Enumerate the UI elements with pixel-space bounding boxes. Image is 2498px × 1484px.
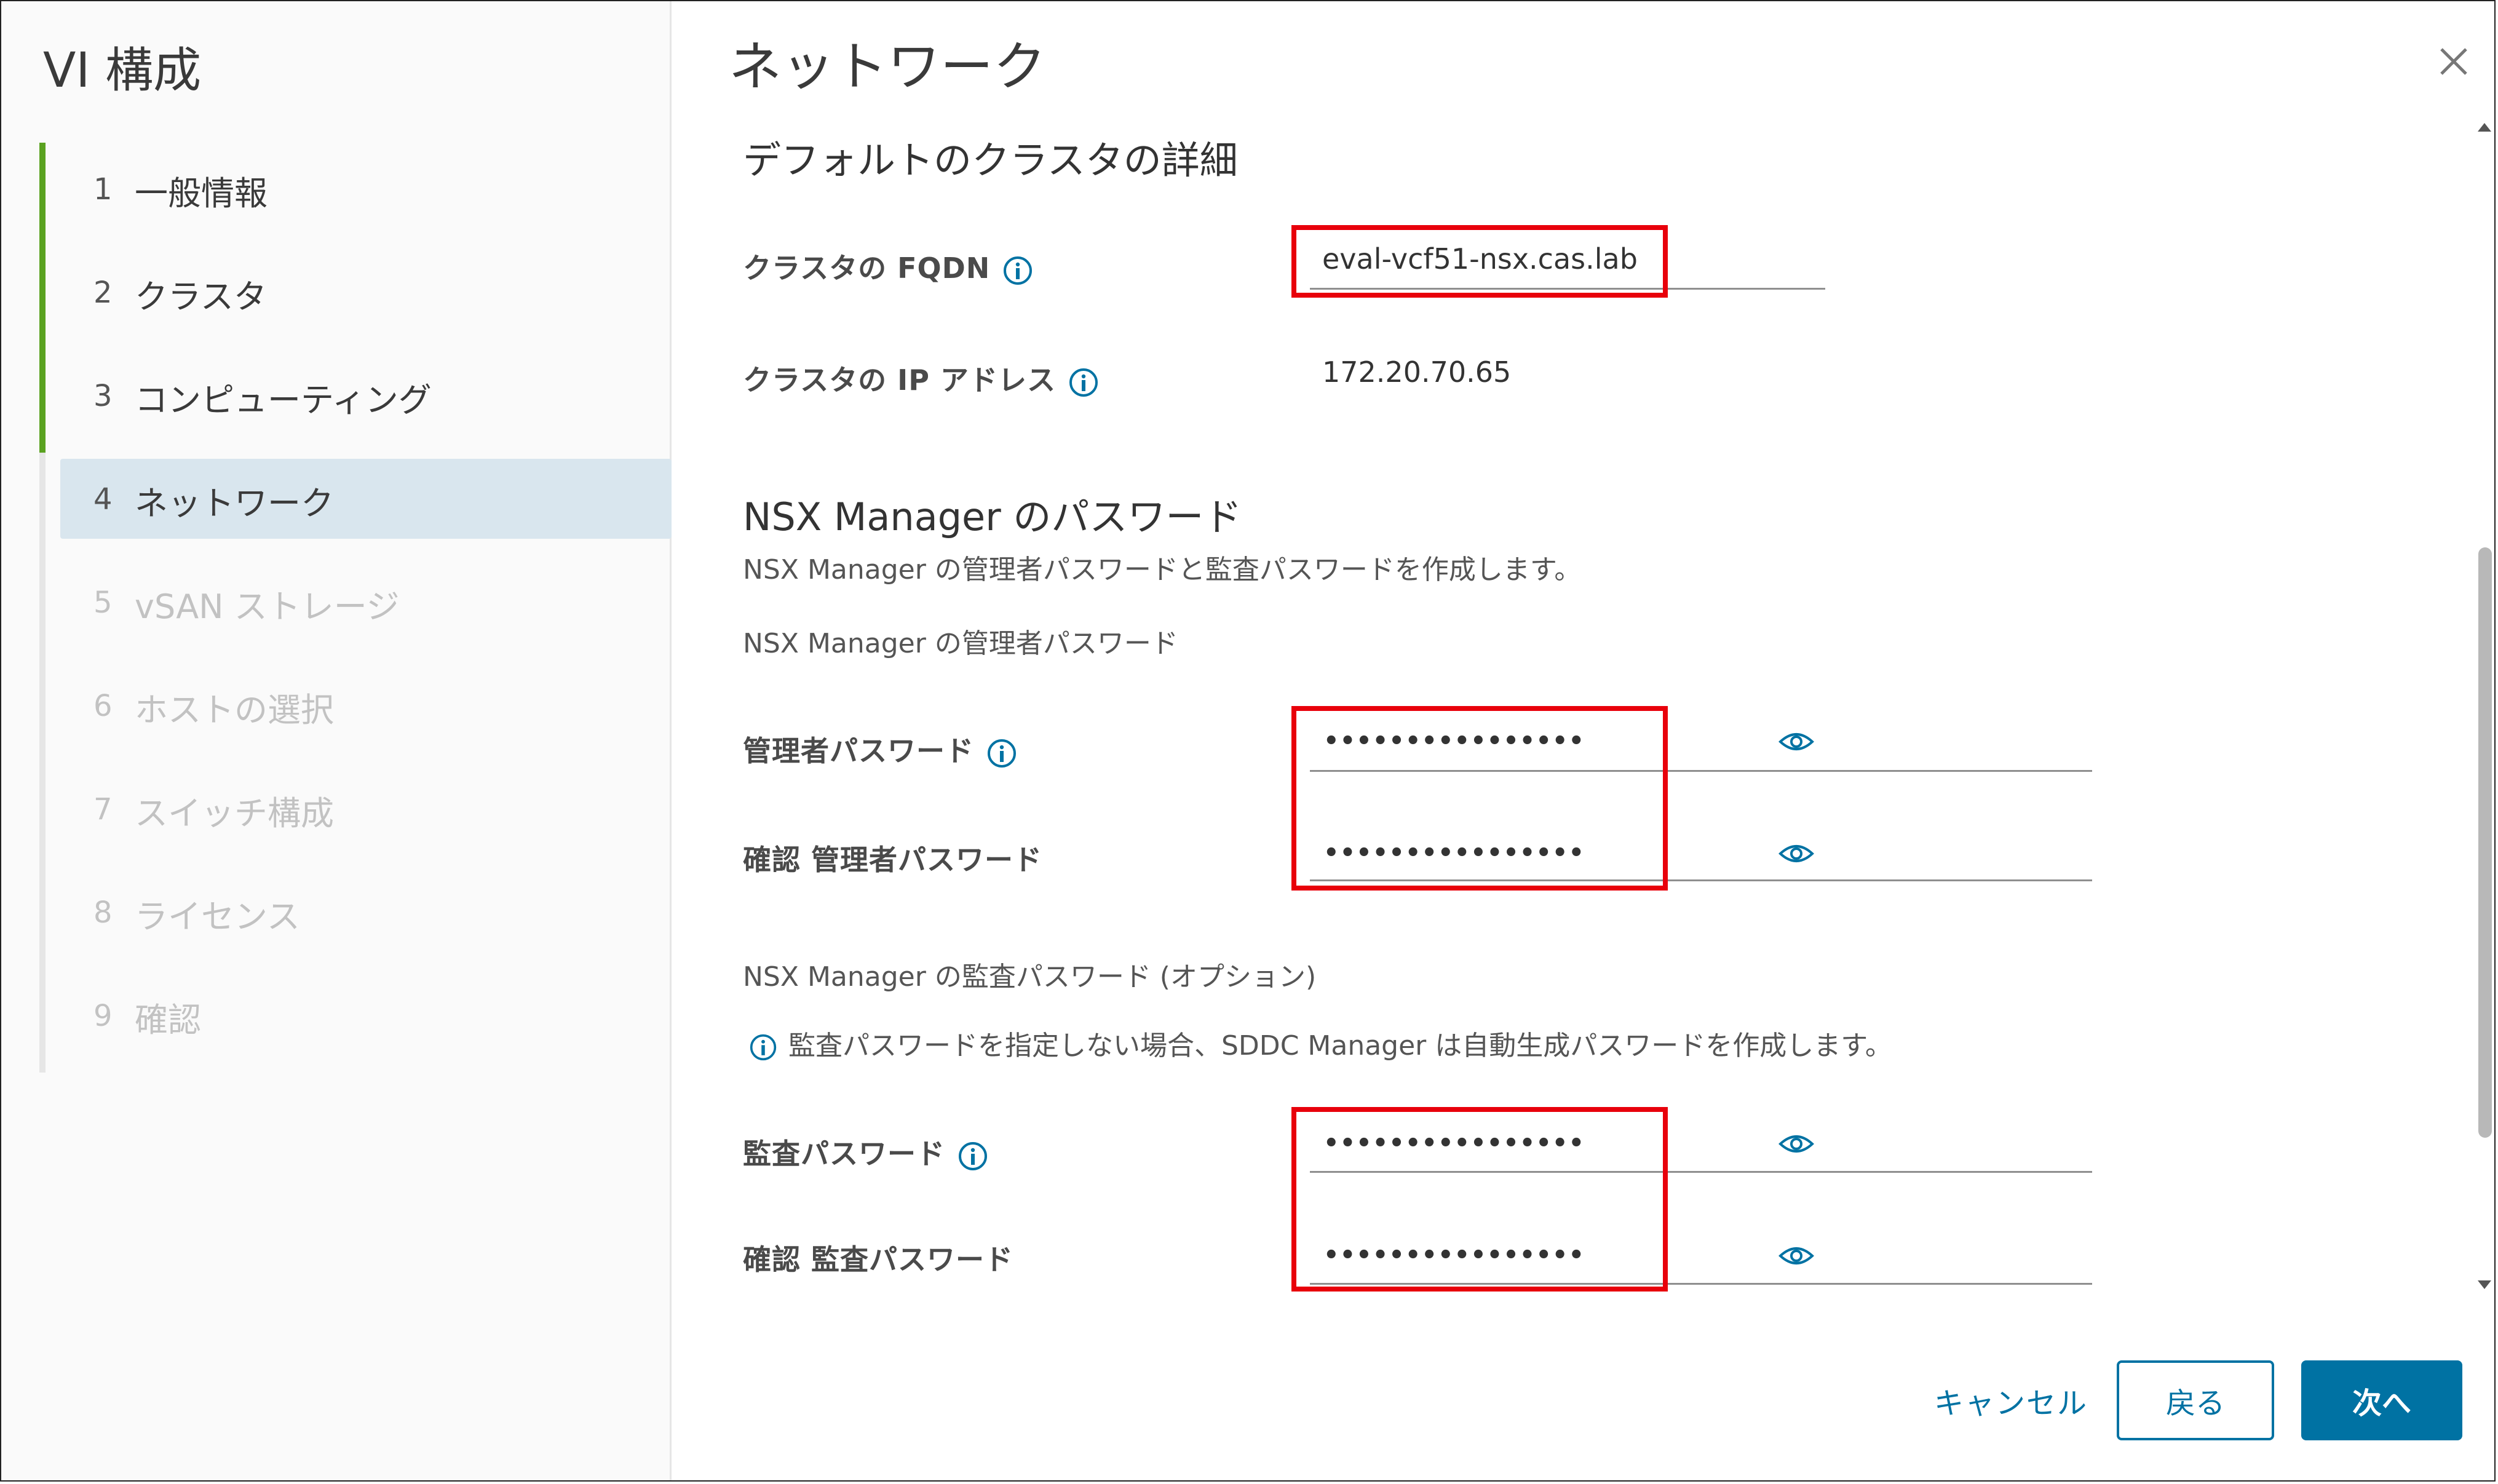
form-content: デフォルトのクラスタの詳細 クラスタの FQDN eval-vcf51-nsx.… — [676, 98, 2472, 1316]
scroll-thumb[interactable] — [2478, 547, 2492, 1138]
nsx-description: NSX Manager の管理者パスワードと監査パスワードを作成します。 — [743, 554, 1582, 585]
admin-password-subtitle: NSX Manager の管理者パスワード — [743, 628, 1178, 659]
info-icon[interactable] — [1002, 255, 1033, 286]
step-number: 6 — [93, 689, 113, 723]
ip-address-value: 172.20.70.65 — [1322, 355, 1512, 389]
fqdn-label: クラスタの FQDN — [743, 252, 991, 285]
step-progress-bar — [39, 866, 46, 969]
step-label: vSAN ストレージ — [135, 587, 400, 626]
step-number: 7 — [93, 792, 113, 827]
content-scrollbar[interactable] — [2473, 105, 2496, 1310]
info-icon[interactable] — [986, 738, 1017, 769]
step-general-info[interactable]: 1 一般情報 — [39, 143, 672, 246]
admin-confirm-label: 確認 管理者パスワード — [743, 843, 1043, 876]
step-label: 確認 — [135, 1001, 201, 1039]
step-number: 4 — [93, 482, 113, 517]
info-icon — [750, 1034, 777, 1061]
cancel-button[interactable]: キャンセル — [1934, 1379, 2088, 1422]
audit-password-highlight-box — [1291, 1107, 1668, 1292]
info-icon[interactable] — [1068, 367, 1099, 398]
close-icon[interactable] — [2437, 44, 2471, 79]
eye-icon[interactable] — [1778, 1244, 1814, 1268]
audit-info-text: 監査パスワードを指定しない場合、SDDC Manager は自動生成パスワードを… — [788, 1030, 1892, 1061]
step-label: コンピューティング — [135, 381, 432, 419]
admin-password-highlight-box — [1291, 706, 1668, 891]
step-progress-bar — [39, 143, 46, 246]
ip-label-row: クラスタの IP アドレス — [743, 358, 1099, 399]
page-title: ネットワーク — [729, 36, 1046, 98]
step-number: 1 — [93, 172, 113, 207]
fqdn-highlight-box — [1291, 225, 1668, 298]
step-label: スイッチ構成 — [135, 794, 334, 833]
wizard-sidebar: VI 構成 1 一般情報 2 クラスタ 3 コンピューティング 4 ネットワーク — [1, 1, 672, 1480]
wizard-steps: 1 一般情報 2 クラスタ 3 コンピューティング 4 ネットワーク 5 vSA… — [39, 143, 672, 1073]
eye-icon[interactable] — [1778, 1132, 1814, 1156]
step-host-selection: 6 ホストの選択 — [39, 659, 672, 763]
back-button[interactable]: 戻る — [2117, 1360, 2274, 1440]
step-label: ホストの選択 — [135, 691, 334, 729]
step-progress-bar — [39, 763, 46, 866]
next-button[interactable]: 次へ — [2301, 1360, 2462, 1440]
step-progress-bar — [39, 349, 46, 453]
step-progress-bar — [39, 453, 46, 556]
step-number: 5 — [93, 585, 113, 620]
step-compute[interactable]: 3 コンピューティング — [39, 349, 672, 453]
step-number: 8 — [93, 895, 113, 930]
step-license: 8 ライセンス — [39, 866, 672, 969]
step-review: 9 確認 — [39, 969, 672, 1073]
eye-icon[interactable] — [1778, 841, 1814, 866]
step-label: クラスタ — [135, 277, 267, 316]
step-network[interactable]: 4 ネットワーク — [39, 453, 672, 556]
admin-password-label-row: 管理者パスワード — [743, 729, 1017, 769]
audit-password-label: 監査パスワード — [743, 1137, 945, 1170]
scroll-down-arrow-icon[interactable] — [2478, 1280, 2491, 1289]
audit-password-subtitle: NSX Manager の監査パスワード (オプション) — [743, 961, 1317, 993]
wizard-title: VI 構成 — [43, 43, 202, 98]
audit-password-label-row: 監査パスワード — [743, 1132, 988, 1172]
admin-password-label: 管理者パスワード — [743, 734, 974, 768]
step-label: 一般情報 — [135, 174, 268, 213]
step-number: 3 — [93, 379, 113, 413]
step-progress-bar — [39, 246, 46, 349]
step-label: ライセンス — [135, 897, 300, 936]
audit-info-row: 監査パスワードを指定しない場合、SDDC Manager は自動生成パスワードを… — [749, 1023, 1892, 1063]
step-progress-bar — [39, 659, 46, 763]
step-progress-bar — [39, 556, 46, 659]
step-number: 9 — [93, 999, 113, 1033]
step-switch-config: 7 スイッチ構成 — [39, 763, 672, 866]
scroll-up-arrow-icon[interactable] — [2478, 123, 2491, 132]
step-cluster[interactable]: 2 クラスタ — [39, 246, 672, 349]
step-progress-bar — [39, 969, 46, 1073]
audit-confirm-label: 確認 監査パスワード — [743, 1243, 1014, 1276]
ip-label: クラスタの IP アドレス — [743, 363, 1056, 397]
step-number: 2 — [93, 276, 113, 310]
step-label: ネットワーク — [135, 484, 334, 523]
nsx-section-title: NSX Manager のパスワード — [743, 494, 1242, 539]
eye-icon[interactable] — [1778, 729, 1814, 754]
cluster-section-title: デフォルトのクラスタの詳細 — [743, 138, 1238, 183]
info-icon[interactable] — [958, 1141, 988, 1172]
fqdn-label-row: クラスタの FQDN — [743, 246, 1033, 287]
step-vsan-storage: 5 vSAN ストレージ — [39, 556, 672, 659]
